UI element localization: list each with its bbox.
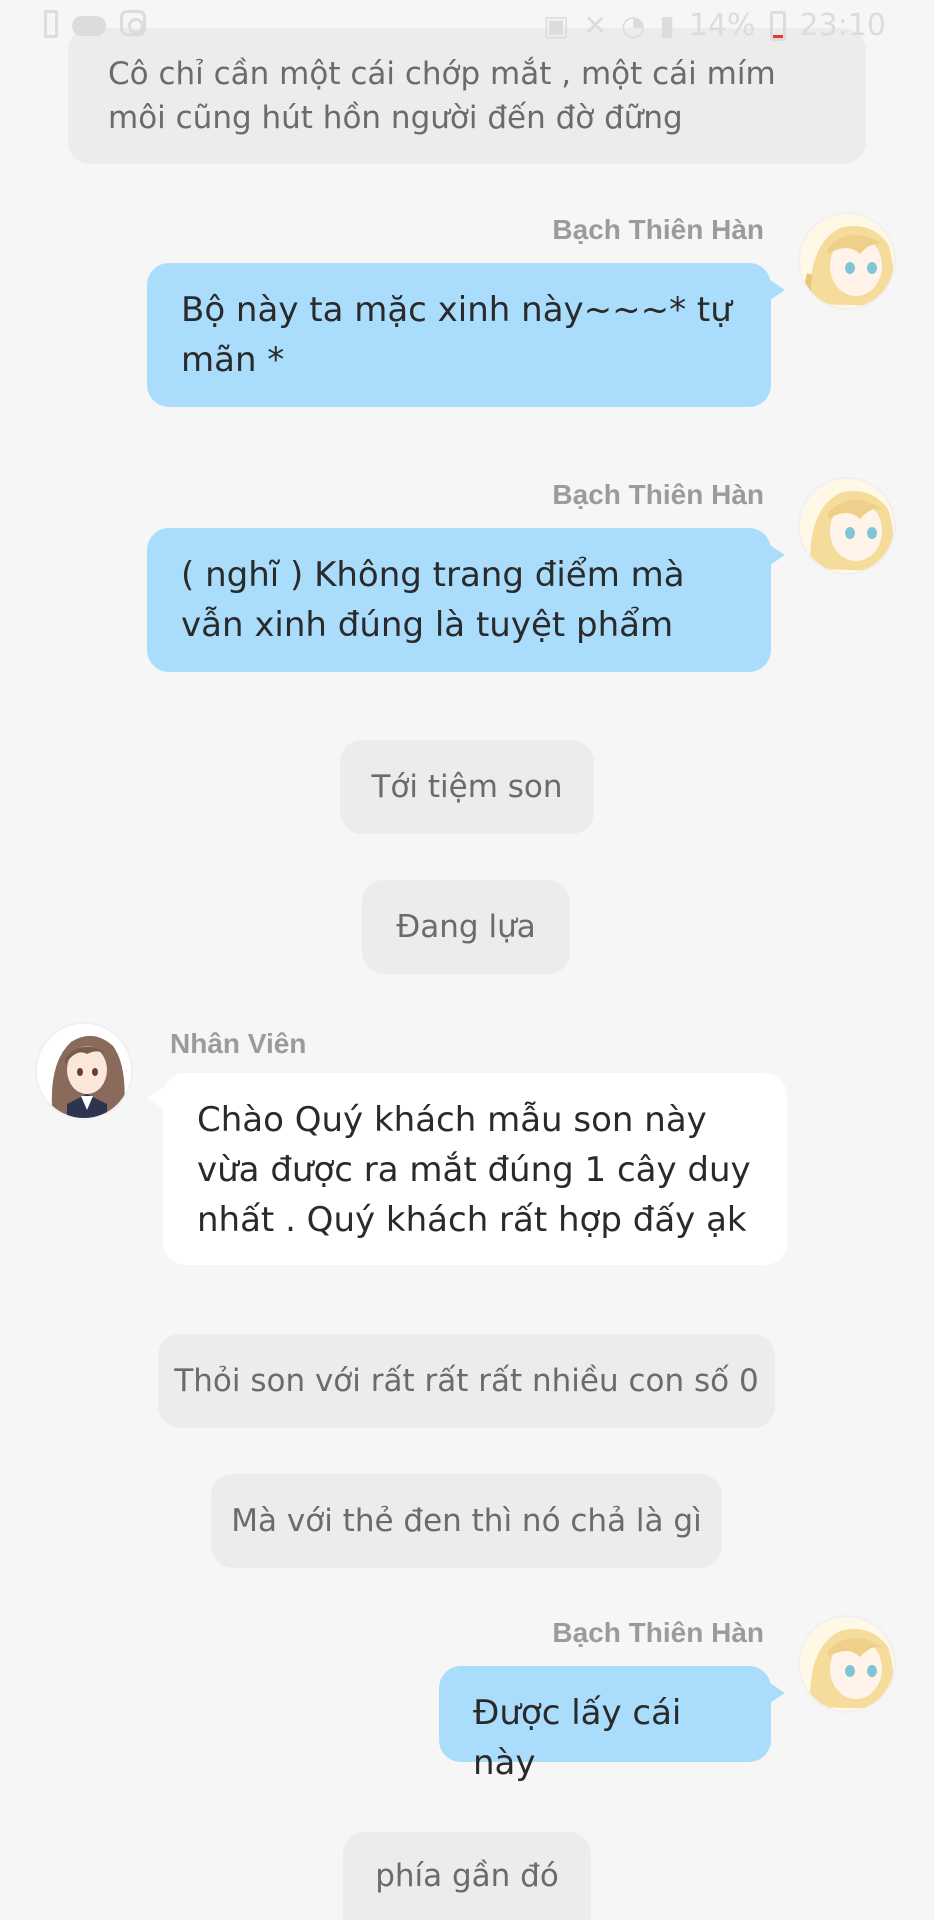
bubble-text: Chào Quý khách mẫu son này vừa được ra m… [197, 1100, 751, 1240]
narration-text: Mà với thẻ đen thì nó chả là gì [231, 1503, 702, 1539]
cloud-icon [72, 16, 106, 36]
battery-icon [769, 10, 786, 41]
bubble-text: ( nghĩ ) Không trang điểm mà vẫn xinh đú… [181, 555, 685, 645]
brown-hair-girl-avatar-icon [37, 1024, 131, 1118]
instagram-icon [120, 10, 146, 36]
narration-text: Cô chỉ cần một cái chớp mắt , một cái mí… [108, 56, 776, 136]
narration-block: phía gần đó [343, 1832, 591, 1920]
bubble-tail [767, 543, 785, 567]
sender-name: Bạch Thiên Hàn [552, 214, 764, 245]
narration-block: Tới tiệm son [340, 740, 594, 834]
status-bar: ▣ ✕ ◔ ▮ 14% 23:10 [0, 0, 934, 52]
avatar[interactable] [798, 1615, 896, 1713]
sender-name: Bạch Thiên Hàn [552, 1617, 764, 1648]
bubble-text: Được lấy cái này [473, 1693, 682, 1783]
narration-text: Tới tiệm son [371, 769, 563, 805]
signal-icon: ▮ [659, 9, 675, 42]
bubble-text: Bộ này ta mặc xinh này~~~* tự mãn * [181, 290, 732, 380]
blonde-girl-avatar-icon [800, 1617, 894, 1711]
battery-saver-icon [44, 10, 58, 38]
wifi-icon: ◔ [620, 9, 646, 42]
chat-bubble-other[interactable]: Chào Quý khách mẫu son này vừa được ra m… [163, 1073, 787, 1265]
narration-text: Đang lựa [396, 909, 536, 945]
chat-bubble-self[interactable]: Được lấy cái này [439, 1666, 771, 1783]
bubble-tail [767, 1681, 785, 1705]
sim-icon: ▣ [543, 9, 570, 42]
avatar[interactable] [798, 212, 896, 310]
bubble-tail [147, 1086, 165, 1110]
bubble-tail [767, 278, 785, 302]
blonde-girl-avatar-icon [800, 214, 894, 308]
avatar[interactable] [798, 477, 896, 575]
mute-icon: ✕ [583, 9, 607, 42]
sender-name: Bạch Thiên Hàn [552, 479, 764, 510]
narration-block: Mà với thẻ đen thì nó chả là gì [211, 1474, 722, 1568]
clock: 23:10 [799, 8, 886, 43]
narration-text: Thỏi son với rất rất rất nhiều con số 0 [174, 1363, 759, 1399]
status-right-icons: ▣ ✕ ◔ ▮ 14% 23:10 [543, 8, 886, 43]
sender-name: Nhân Viên [170, 1028, 307, 1059]
status-left-icons [44, 10, 146, 38]
battery-percent: 14% [688, 8, 756, 43]
avatar[interactable] [35, 1022, 133, 1120]
blonde-girl-avatar-icon [800, 479, 894, 573]
chat-bubble-self[interactable]: ( nghĩ ) Không trang điểm mà vẫn xinh đú… [147, 528, 771, 672]
narration-block: Thỏi son với rất rất rất nhiều con số 0 [158, 1334, 775, 1428]
chat-bubble-self[interactable]: Bộ này ta mặc xinh này~~~* tự mãn * [147, 263, 771, 407]
narration-text: phía gần đó [375, 1858, 559, 1894]
narration-block: Đang lựa [362, 880, 570, 974]
